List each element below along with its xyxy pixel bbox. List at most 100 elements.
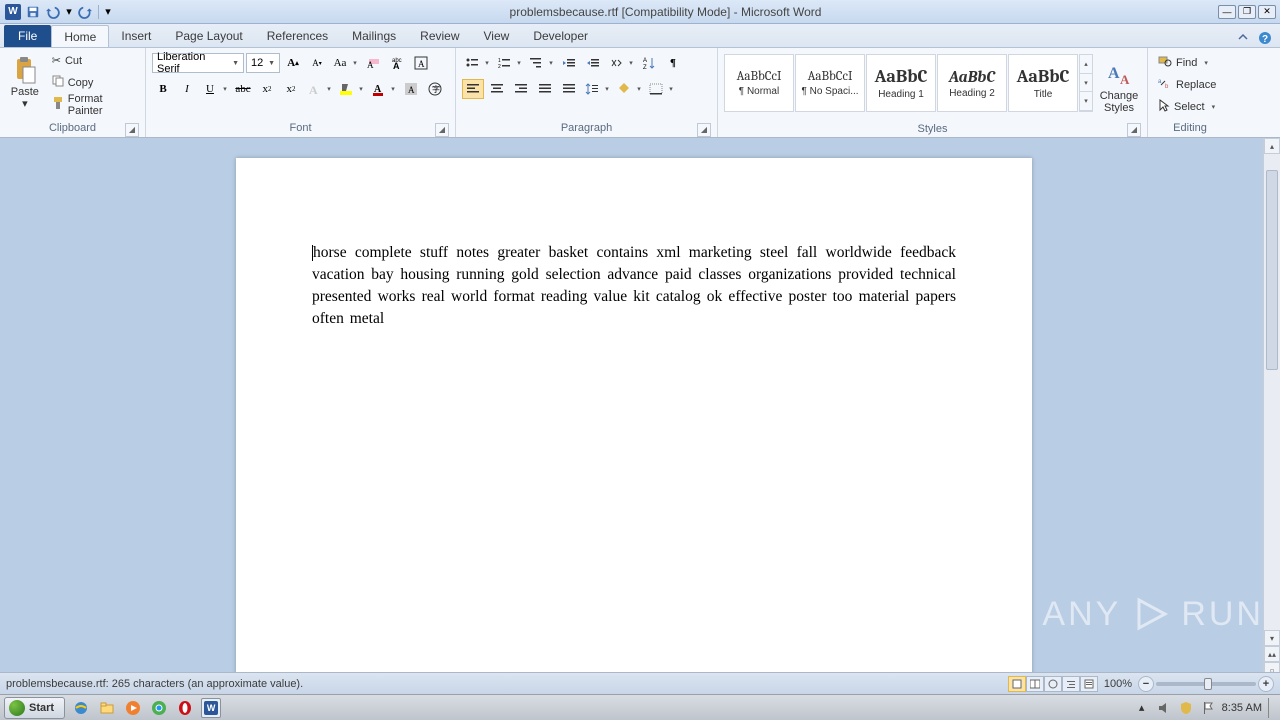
- styles-launcher-icon[interactable]: ◢: [1127, 123, 1141, 137]
- document-page[interactable]: horse complete stuff notes greater baske…: [236, 158, 1032, 694]
- style-scroll-more-icon[interactable]: ▾: [1080, 92, 1092, 111]
- tab-references[interactable]: References: [255, 25, 340, 47]
- clear-formatting-button[interactable]: A: [362, 53, 384, 73]
- undo-icon[interactable]: [44, 3, 62, 21]
- minimize-button[interactable]: —: [1218, 5, 1236, 19]
- tab-view[interactable]: View: [472, 25, 522, 47]
- zoom-out-button[interactable]: −: [1138, 676, 1154, 692]
- word-taskbar-icon[interactable]: W: [201, 698, 221, 718]
- bullets-button[interactable]: ▾: [462, 57, 492, 69]
- find-button[interactable]: Find ▾: [1154, 52, 1220, 73]
- clock[interactable]: 8:35 AM: [1222, 702, 1262, 714]
- zoom-level[interactable]: 100%: [1104, 678, 1132, 690]
- style-title[interactable]: AaBbCTitle: [1008, 54, 1078, 112]
- strikethrough-button[interactable]: abc: [232, 79, 254, 99]
- qat-customize-icon[interactable]: ▾: [103, 4, 113, 20]
- font-name-combo[interactable]: Liberation Serif▼: [152, 53, 244, 73]
- scroll-thumb[interactable]: [1266, 170, 1278, 370]
- numbering-button[interactable]: 12▾: [494, 57, 524, 69]
- justify-button[interactable]: [534, 79, 556, 99]
- change-case-button[interactable]: Aa▾: [330, 57, 360, 69]
- style-no-spacing[interactable]: AaBbCcI¶ No Spaci...: [795, 54, 865, 112]
- text-effects-button[interactable]: A▾: [304, 82, 334, 96]
- character-border-button[interactable]: A: [410, 53, 432, 73]
- cut-button[interactable]: ✂ Cut: [48, 50, 139, 71]
- tab-mailings[interactable]: Mailings: [340, 25, 408, 47]
- font-color-button[interactable]: A▾: [368, 82, 398, 96]
- ie-icon[interactable]: [71, 698, 91, 718]
- save-icon[interactable]: [24, 3, 42, 21]
- print-layout-view-button[interactable]: [1008, 676, 1026, 692]
- clipboard-launcher-icon[interactable]: ◢: [125, 123, 139, 137]
- style-scroll-down-icon[interactable]: ▾: [1080, 74, 1092, 93]
- style-normal[interactable]: AaBbCcI¶ Normal: [724, 54, 794, 112]
- status-text[interactable]: problemsbecause.rtf: 265 characters (an …: [6, 678, 1008, 690]
- minimize-ribbon-icon[interactable]: [1234, 29, 1252, 47]
- tab-review[interactable]: Review: [408, 25, 471, 47]
- font-size-combo[interactable]: 12▼: [246, 53, 280, 73]
- italic-button[interactable]: I: [176, 79, 198, 99]
- line-spacing-button[interactable]: ▾: [582, 82, 612, 96]
- replace-button[interactable]: ab Replace: [1154, 74, 1220, 95]
- character-shading-button[interactable]: A: [400, 79, 422, 99]
- align-right-button[interactable]: [510, 79, 532, 99]
- style-scroll-up-icon[interactable]: ▴: [1080, 55, 1092, 74]
- underline-button[interactable]: U▾: [200, 83, 230, 95]
- paragraph-launcher-icon[interactable]: ◢: [697, 123, 711, 137]
- font-launcher-icon[interactable]: ◢: [435, 123, 449, 137]
- document-text[interactable]: horse complete stuff notes greater baske…: [312, 242, 956, 330]
- tray-arrow-icon[interactable]: ▴: [1134, 700, 1150, 716]
- show-hide-button[interactable]: ¶: [662, 53, 684, 73]
- phonetic-guide-button[interactable]: abcA: [386, 53, 408, 73]
- help-icon[interactable]: ?: [1256, 29, 1274, 47]
- explorer-icon[interactable]: [97, 698, 117, 718]
- previous-page-button[interactable]: ▴▴: [1264, 646, 1280, 662]
- distributed-button[interactable]: [558, 79, 580, 99]
- draft-view-button[interactable]: [1080, 676, 1098, 692]
- superscript-button[interactable]: x2: [280, 79, 302, 99]
- increase-indent-button[interactable]: [582, 53, 604, 73]
- redo-icon[interactable]: [76, 3, 94, 21]
- style-heading1[interactable]: AaBbCHeading 1: [866, 54, 936, 112]
- align-center-button[interactable]: [486, 79, 508, 99]
- tab-insert[interactable]: Insert: [109, 25, 163, 47]
- shading-button[interactable]: ▾: [614, 82, 644, 96]
- media-player-icon[interactable]: [123, 698, 143, 718]
- close-button[interactable]: ✕: [1258, 5, 1276, 19]
- shrink-font-button[interactable]: A▾: [306, 53, 328, 73]
- sort-button[interactable]: AZ: [638, 53, 660, 73]
- zoom-thumb[interactable]: [1204, 678, 1212, 690]
- shield-icon[interactable]: [1178, 700, 1194, 716]
- align-left-button[interactable]: [462, 79, 484, 99]
- scroll-down-button[interactable]: ▾: [1264, 630, 1280, 646]
- word-logo-icon[interactable]: W: [4, 3, 22, 21]
- grow-font-button[interactable]: A▴: [282, 53, 304, 73]
- tab-developer[interactable]: Developer: [521, 25, 600, 47]
- highlight-button[interactable]: ▾: [336, 82, 366, 96]
- web-layout-view-button[interactable]: [1044, 676, 1062, 692]
- scroll-up-button[interactable]: ▴: [1264, 138, 1280, 154]
- chrome-icon[interactable]: [149, 698, 169, 718]
- borders-button[interactable]: ▾: [646, 83, 676, 95]
- zoom-track[interactable]: [1156, 682, 1256, 686]
- tab-home[interactable]: Home: [51, 25, 109, 47]
- file-tab[interactable]: File: [4, 25, 51, 47]
- enclose-characters-button[interactable]: 字: [424, 79, 446, 99]
- copy-button[interactable]: Copy: [48, 72, 139, 93]
- opera-icon[interactable]: [175, 698, 195, 718]
- bold-button[interactable]: B: [152, 79, 174, 99]
- multilevel-list-button[interactable]: ▾: [526, 57, 556, 69]
- decrease-indent-button[interactable]: [558, 53, 580, 73]
- tab-page-layout[interactable]: Page Layout: [163, 25, 254, 47]
- asian-layout-button[interactable]: ▾: [606, 57, 636, 69]
- outline-view-button[interactable]: [1062, 676, 1080, 692]
- zoom-in-button[interactable]: +: [1258, 676, 1274, 692]
- change-styles-button[interactable]: AA Change Styles: [1097, 54, 1141, 122]
- select-button[interactable]: Select ▾: [1154, 96, 1220, 117]
- restore-button[interactable]: ❐: [1238, 5, 1256, 19]
- subscript-button[interactable]: x2: [256, 79, 278, 99]
- start-button[interactable]: Start: [4, 697, 65, 719]
- flag-icon[interactable]: [1200, 700, 1216, 716]
- style-heading2[interactable]: AaBbCHeading 2: [937, 54, 1007, 112]
- format-painter-button[interactable]: Format Painter: [48, 94, 139, 115]
